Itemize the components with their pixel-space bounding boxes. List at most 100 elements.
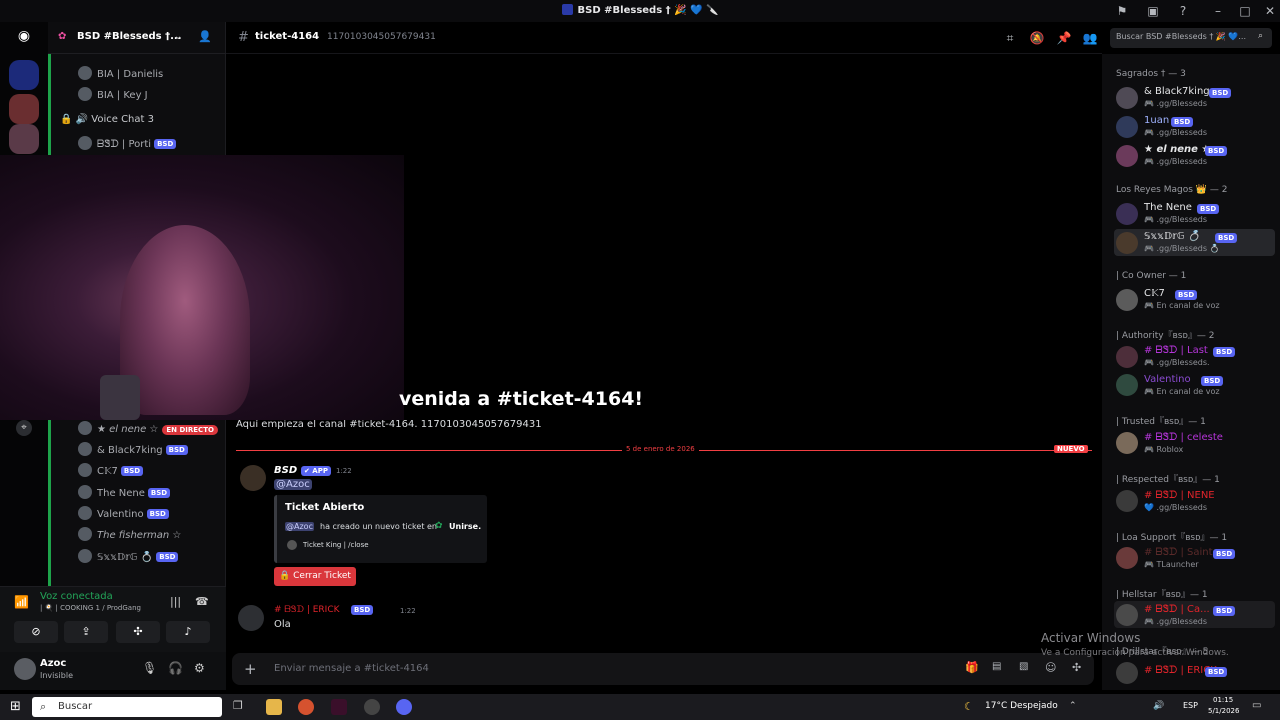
task-view-icon[interactable]: ❐ xyxy=(233,699,243,712)
message-author[interactable]: BSD xyxy=(274,465,297,476)
member-name[interactable]: Valentino xyxy=(1144,374,1191,385)
obs-icon[interactable] xyxy=(364,699,380,715)
server-icon-2[interactable] xyxy=(9,94,39,124)
message-input[interactable]: Enviar mensaje a #ticket-4164 xyxy=(274,663,429,674)
emoji-icon[interactable]: ☺ xyxy=(1045,661,1056,674)
volume-icon[interactable]: 🔊 xyxy=(1153,701,1164,711)
voice-member[interactable]: Valentino BSD xyxy=(78,506,169,526)
taskbar-search[interactable]: ⌕ Buscar xyxy=(32,697,222,717)
avatar[interactable] xyxy=(1116,145,1138,167)
member-name[interactable]: & Black7king xyxy=(1144,86,1210,97)
clock-date[interactable]: 5/1/2026 xyxy=(1208,707,1239,715)
chevron-down-icon[interactable]: ⌄ xyxy=(174,31,182,42)
close-ticket-button[interactable]: 🔒 Cerrar Ticket xyxy=(274,567,356,586)
threads-icon[interactable]: ⌗ xyxy=(1002,30,1018,46)
gif-icon[interactable]: ▤ xyxy=(992,661,1001,672)
mention[interactable]: @Azoc xyxy=(285,522,314,531)
weather-text[interactable]: 17°C Despejado xyxy=(985,701,1058,711)
app-icon[interactable] xyxy=(331,699,347,715)
channel-item[interactable]: BIA | Key J xyxy=(78,87,148,107)
avatar[interactable] xyxy=(1116,432,1138,454)
minimize-icon[interactable]: – xyxy=(1210,3,1226,19)
voice-member[interactable]: The fisherman ☆ xyxy=(78,527,181,547)
activities-button[interactable]: ✣ xyxy=(116,621,160,643)
avatar[interactable] xyxy=(240,465,266,491)
camera-button[interactable]: ⊘ xyxy=(14,621,58,643)
member-name[interactable]: 1uan xyxy=(1144,115,1169,126)
mention[interactable]: @Azoc xyxy=(274,479,312,490)
member-activity: 🎮 .gg/Blesseds xyxy=(1144,617,1208,626)
headphones-icon[interactable]: 🎧 xyxy=(168,661,183,675)
avatar[interactable] xyxy=(1116,604,1138,626)
screen-icon[interactable]: ▣ xyxy=(1145,3,1161,19)
close-icon[interactable]: ✕ xyxy=(1262,3,1278,19)
search-box[interactable]: Buscar BSD #Blesseds † 🎉 💙... ⌕ xyxy=(1110,28,1272,48)
avatar[interactable] xyxy=(1116,232,1138,254)
member-name[interactable]: The Nene xyxy=(1144,202,1192,213)
member-name[interactable]: # ᗷᏕᗪ | celeste xyxy=(1144,432,1223,443)
server-icon-3[interactable] xyxy=(9,124,39,154)
voice-member[interactable]: ★ el nene ☆ EN DIRECTO xyxy=(78,421,218,441)
sticker-icon[interactable]: ▧ xyxy=(1019,661,1028,672)
avatar[interactable] xyxy=(14,658,36,680)
tray-chevron-icon[interactable]: ⌃ xyxy=(1069,701,1077,711)
server-header[interactable]: ✿ BSD #Blesseds †... ⌄ 👤 xyxy=(48,22,226,54)
member-name[interactable]: # ᗷᏕᗪ | Last xyxy=(1144,345,1208,356)
member-name[interactable]: # ᗷᏕᗪ | Ca... xyxy=(1144,604,1210,615)
screen-share-button[interactable]: ⇪ xyxy=(64,621,108,643)
member-name[interactable]: # ᗷᏕᗪ | Saint xyxy=(1144,547,1213,558)
avatar[interactable] xyxy=(1116,289,1138,311)
message-author[interactable]: # ᗷᏕᗪ | ERICK xyxy=(274,605,340,615)
discord-home-icon[interactable]: ◉ xyxy=(13,28,35,46)
voice-member[interactable]: 𝕊𝕩𝕩𝔻𝕣𝔾 💍 BSD xyxy=(78,549,179,569)
mic-icon[interactable]: 🎙 xyxy=(142,661,157,675)
voice-channel[interactable]: 🔒 🔊 Voice Chat 3 xyxy=(60,114,154,134)
voice-member[interactable]: C𝕂7 BSD xyxy=(78,463,144,483)
channel-item[interactable]: BIA | Danielis xyxy=(78,66,163,86)
member-name[interactable]: 𝕊𝕩𝕩𝔻𝕣𝔾 💍 xyxy=(1144,231,1200,242)
disconnect-icon[interactable]: ☎ xyxy=(195,595,209,608)
avatar[interactable] xyxy=(1116,490,1138,512)
inbox-icon[interactable]: ⚑ xyxy=(1114,3,1130,19)
members-icon[interactable]: 👥 xyxy=(1082,30,1098,46)
member-name[interactable]: ★ el nene ★ xyxy=(1144,144,1210,155)
avatar[interactable] xyxy=(1116,203,1138,225)
member-name[interactable]: C𝕂7 xyxy=(1144,288,1165,299)
avatar[interactable] xyxy=(1116,87,1138,109)
voice-member[interactable]: The Nene BSD xyxy=(78,485,171,505)
add-attachment-icon[interactable]: + xyxy=(244,660,257,678)
browser-icon[interactable] xyxy=(298,699,314,715)
search-input[interactable]: Buscar BSD #Blesseds † 🎉 💙... xyxy=(1116,32,1246,41)
avatar[interactable] xyxy=(1116,116,1138,138)
mute-icon[interactable]: 🔕 xyxy=(1029,30,1045,46)
avatar[interactable] xyxy=(1116,346,1138,368)
maximize-icon[interactable]: □ xyxy=(1237,3,1253,19)
compass-icon[interactable]: ⌖ xyxy=(16,420,32,436)
discord-taskbar-icon[interactable] xyxy=(396,699,412,715)
voice-status-channel[interactable]: | 🍳 | COOKING 1 / ProdGang xyxy=(40,604,141,612)
voice-member[interactable]: & Black7king BSD xyxy=(78,442,188,462)
avatar[interactable] xyxy=(1116,374,1138,396)
add-member-icon[interactable]: 👤 xyxy=(198,30,212,43)
gift-icon[interactable]: 🎁 xyxy=(965,661,979,674)
language-indicator[interactable]: ESP xyxy=(1183,701,1198,710)
soundboard-button[interactable]: ♪ xyxy=(166,621,210,643)
avatar[interactable] xyxy=(1116,547,1138,569)
windows-start-icon[interactable]: ⊞ xyxy=(10,699,21,714)
embed-body: ha creado un nuevo ticket en xyxy=(320,522,437,531)
message-input-box[interactable]: + Enviar mensaje a #ticket-4164 🎁 ▤ ▧ ☺ … xyxy=(232,653,1094,685)
embed-target[interactable]: Unirse. xyxy=(449,522,481,531)
file-explorer-icon[interactable] xyxy=(266,699,282,715)
clock-time[interactable]: 01:15 xyxy=(1213,696,1233,704)
help-icon[interactable]: ? xyxy=(1175,3,1191,19)
member-name[interactable]: # ᗷᏕᗪ | NENE xyxy=(1144,490,1215,501)
avatar[interactable] xyxy=(1116,662,1138,684)
server-icon-1[interactable] xyxy=(9,60,39,90)
pin-icon[interactable]: 📌 xyxy=(1056,30,1072,46)
avatar[interactable] xyxy=(238,605,264,631)
apps-icon[interactable]: ✣ xyxy=(1072,661,1081,674)
voice-member[interactable]: ᗷᏕᗪ | Porti BSD xyxy=(78,136,177,156)
notification-icon[interactable]: ▭ xyxy=(1252,700,1261,711)
settings-icon[interactable]: ⚙ xyxy=(194,661,205,675)
noise-icon[interactable]: ||| xyxy=(170,595,181,608)
